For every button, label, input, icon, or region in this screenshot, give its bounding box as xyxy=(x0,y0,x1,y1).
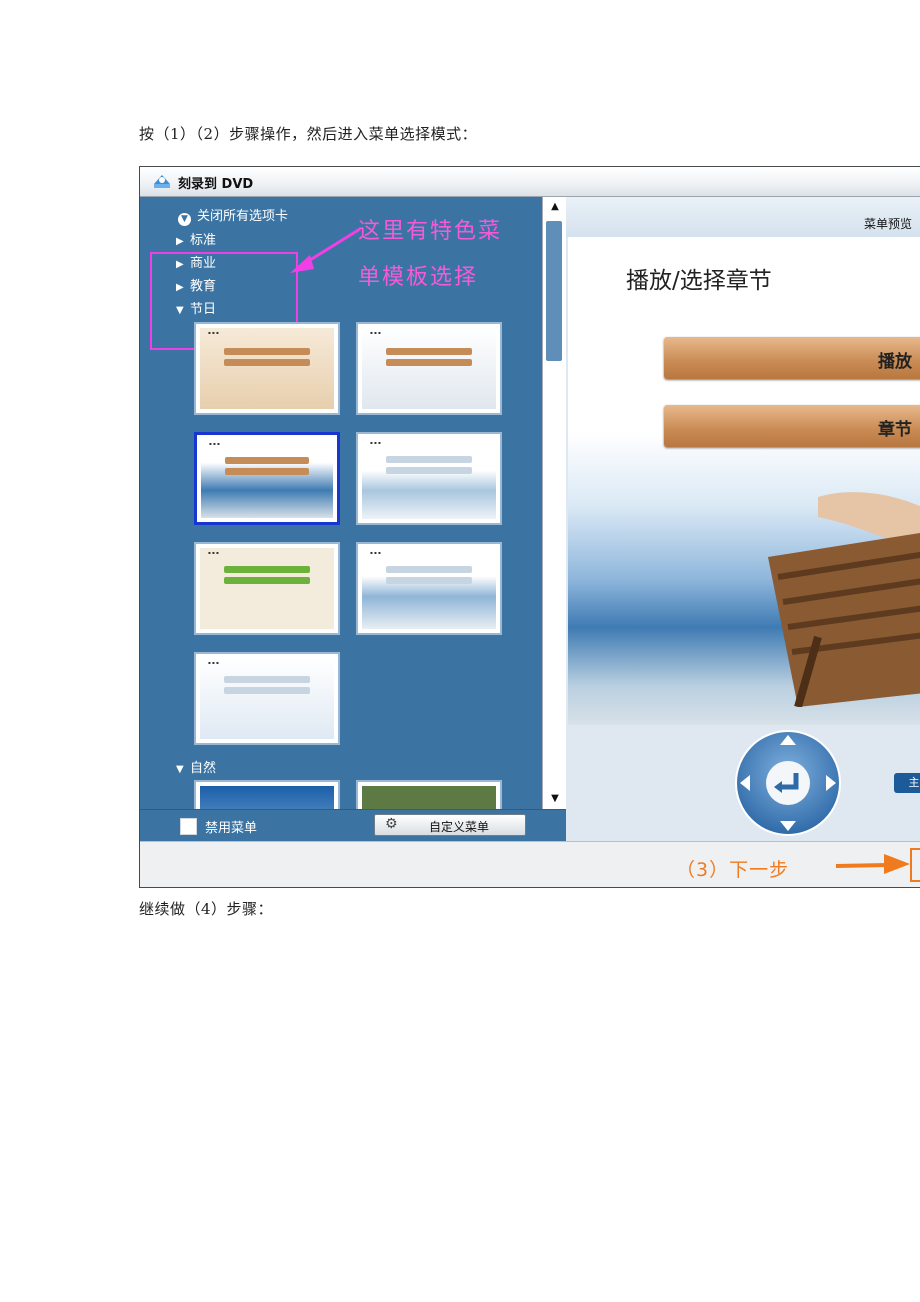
template-thumbnail[interactable]: ▪ ▪ ▪ xyxy=(194,322,340,415)
annotation-text-1: 这里有特色菜 xyxy=(358,219,503,244)
gear-icon: ⚙ xyxy=(385,816,398,832)
preview-header: 菜单预览 xyxy=(566,197,920,237)
menu-preview-panel: 菜单预览 播放/选择章节 播放 章节 主 xyxy=(566,197,920,841)
scrollbar-thumb[interactable] xyxy=(546,221,562,361)
tree-item-nature[interactable]: ▼ 自然 xyxy=(176,757,216,776)
template-scrollbar[interactable]: ▲ ▼ xyxy=(542,197,567,809)
template-thumbnail[interactable]: ▪ ▪ ▪ xyxy=(356,432,502,525)
template-thumbnail[interactable]: ▪ ▪ ▪ xyxy=(194,652,340,745)
template-thumbnail[interactable] xyxy=(356,780,502,809)
template-thumbnail[interactable] xyxy=(194,780,340,809)
wizard-footer: （3）下一步 xyxy=(140,841,920,887)
template-thumbnail[interactable]: ▪ ▪ ▪ xyxy=(194,542,340,635)
tree-item-label: 自然 xyxy=(190,761,217,776)
title-bar: 刻录到 DVD xyxy=(140,167,920,197)
scroll-down-icon[interactable]: ▼ xyxy=(543,789,567,809)
menu-options-bar: 禁用菜单 ⚙ 自定义菜单 xyxy=(140,809,566,842)
annotation-text-2: 单模板选择 xyxy=(358,265,479,290)
scroll-up-icon[interactable]: ▲ xyxy=(543,197,567,217)
expand-arrow-icon: ▶ xyxy=(176,236,184,247)
beach-chair-image xyxy=(768,492,920,707)
tree-item-standard[interactable]: ▶ 标准 xyxy=(176,229,216,248)
custom-menu-button[interactable]: ⚙ 自定义菜单 xyxy=(374,814,526,836)
disable-menu-checkbox[interactable] xyxy=(180,818,197,835)
close-all-tabs-button[interactable]: ▼ 关闭所有选项卡 xyxy=(178,205,288,226)
annotation-orange-arrow-icon xyxy=(835,854,910,874)
template-panel: ▼ 关闭所有选项卡 ▶ 标准 ▶ 商业 ▶ 教育 ▼ 节日 这里有特色菜 单模板选择 ▪ … xyxy=(140,197,542,809)
annotation-arrow-icon xyxy=(290,227,361,273)
disable-menu-label: 禁用菜单 xyxy=(205,821,258,836)
preview-play-label: 播放 xyxy=(878,352,912,372)
instruction-paragraph-2: 继续做（4）步骤： xyxy=(139,900,274,918)
next-button-highlight[interactable] xyxy=(910,848,920,882)
collapse-arrow-icon: ▼ xyxy=(176,764,184,775)
tree-item-label: 标准 xyxy=(190,233,217,248)
window-title: 刻录到 DVD xyxy=(178,177,254,192)
template-thumbnail[interactable]: ▪ ▪ ▪ xyxy=(356,322,502,415)
menu-preview: 播放/选择章节 播放 章节 xyxy=(568,237,920,725)
template-thumbnail-selected[interactable]: ▪ ▪ ▪ xyxy=(194,432,340,525)
preview-chapters-button[interactable]: 章节 xyxy=(664,405,920,447)
close-all-label: 关闭所有选项卡 xyxy=(197,209,289,224)
preview-chapters-label: 章节 xyxy=(878,420,912,440)
preview-title: 播放/选择章节 xyxy=(626,268,772,294)
close-all-icon: ▼ xyxy=(178,213,191,226)
preview-play-button[interactable]: 播放 xyxy=(664,337,920,379)
template-thumbnail[interactable]: ▪ ▪ ▪ xyxy=(356,542,502,635)
main-menu-button[interactable]: 主 xyxy=(894,773,920,793)
dvd-burn-icon xyxy=(154,175,170,188)
preview-header-label: 菜单预览 xyxy=(864,217,913,231)
custom-menu-label: 自定义菜单 xyxy=(429,820,490,834)
next-step-annotation: （3）下一步 xyxy=(676,859,790,881)
instruction-paragraph-1: 按（1）（2）步骤操作，然后进入菜单选择模式： xyxy=(139,125,478,143)
burn-dvd-window: 刻录到 DVD ▼ 关闭所有选项卡 ▶ 标准 ▶ 商业 ▶ 教育 ▼ 节日 这里有特色菜 … xyxy=(139,166,920,888)
dvd-navigation-control[interactable] xyxy=(734,729,842,837)
